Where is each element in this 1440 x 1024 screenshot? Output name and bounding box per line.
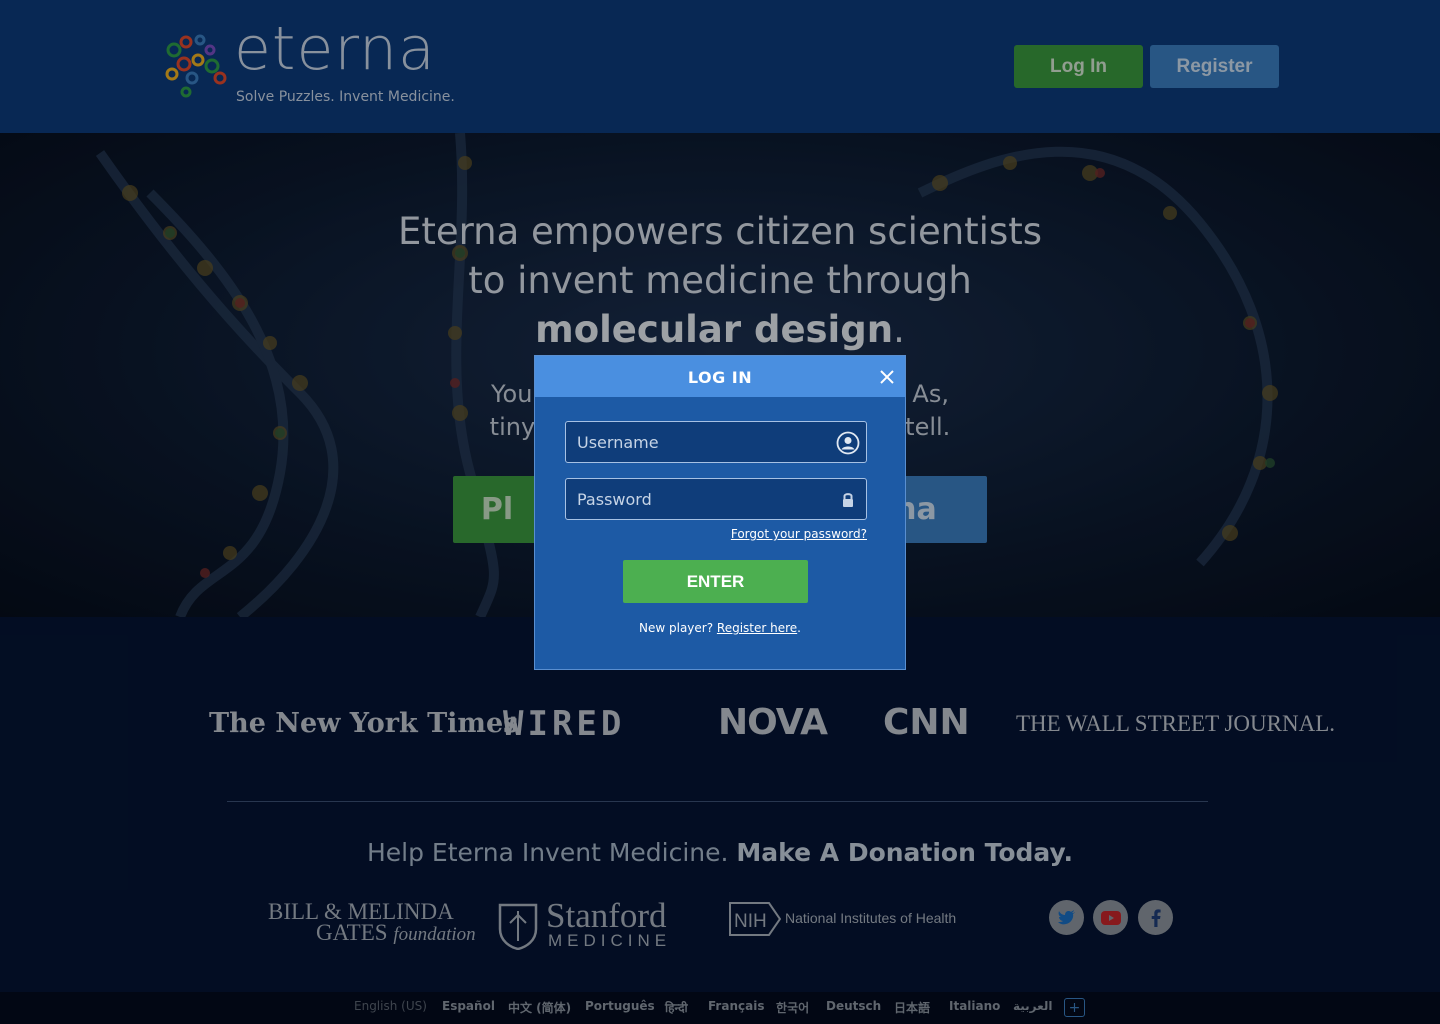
register-here-link[interactable]: Register here xyxy=(717,621,797,635)
password-input[interactable] xyxy=(566,479,830,519)
login-modal-header: LOG IN xyxy=(535,356,905,397)
new-player-text: New player? Register here. xyxy=(535,621,905,635)
login-modal-title: LOG IN xyxy=(687,368,753,387)
lock-icon xyxy=(843,493,853,507)
username-field[interactable] xyxy=(565,421,867,463)
username-input[interactable] xyxy=(566,422,830,462)
new-player-period: . xyxy=(797,621,801,635)
new-player-label: New player? xyxy=(639,621,717,635)
close-icon[interactable] xyxy=(878,368,896,386)
password-field[interactable] xyxy=(565,478,867,520)
login-modal: LOG IN Forgot your password? ENTER New p… xyxy=(534,355,906,670)
user-icon xyxy=(836,431,860,455)
enter-button[interactable]: ENTER xyxy=(623,560,808,603)
forgot-password-link[interactable]: Forgot your password? xyxy=(535,527,867,541)
